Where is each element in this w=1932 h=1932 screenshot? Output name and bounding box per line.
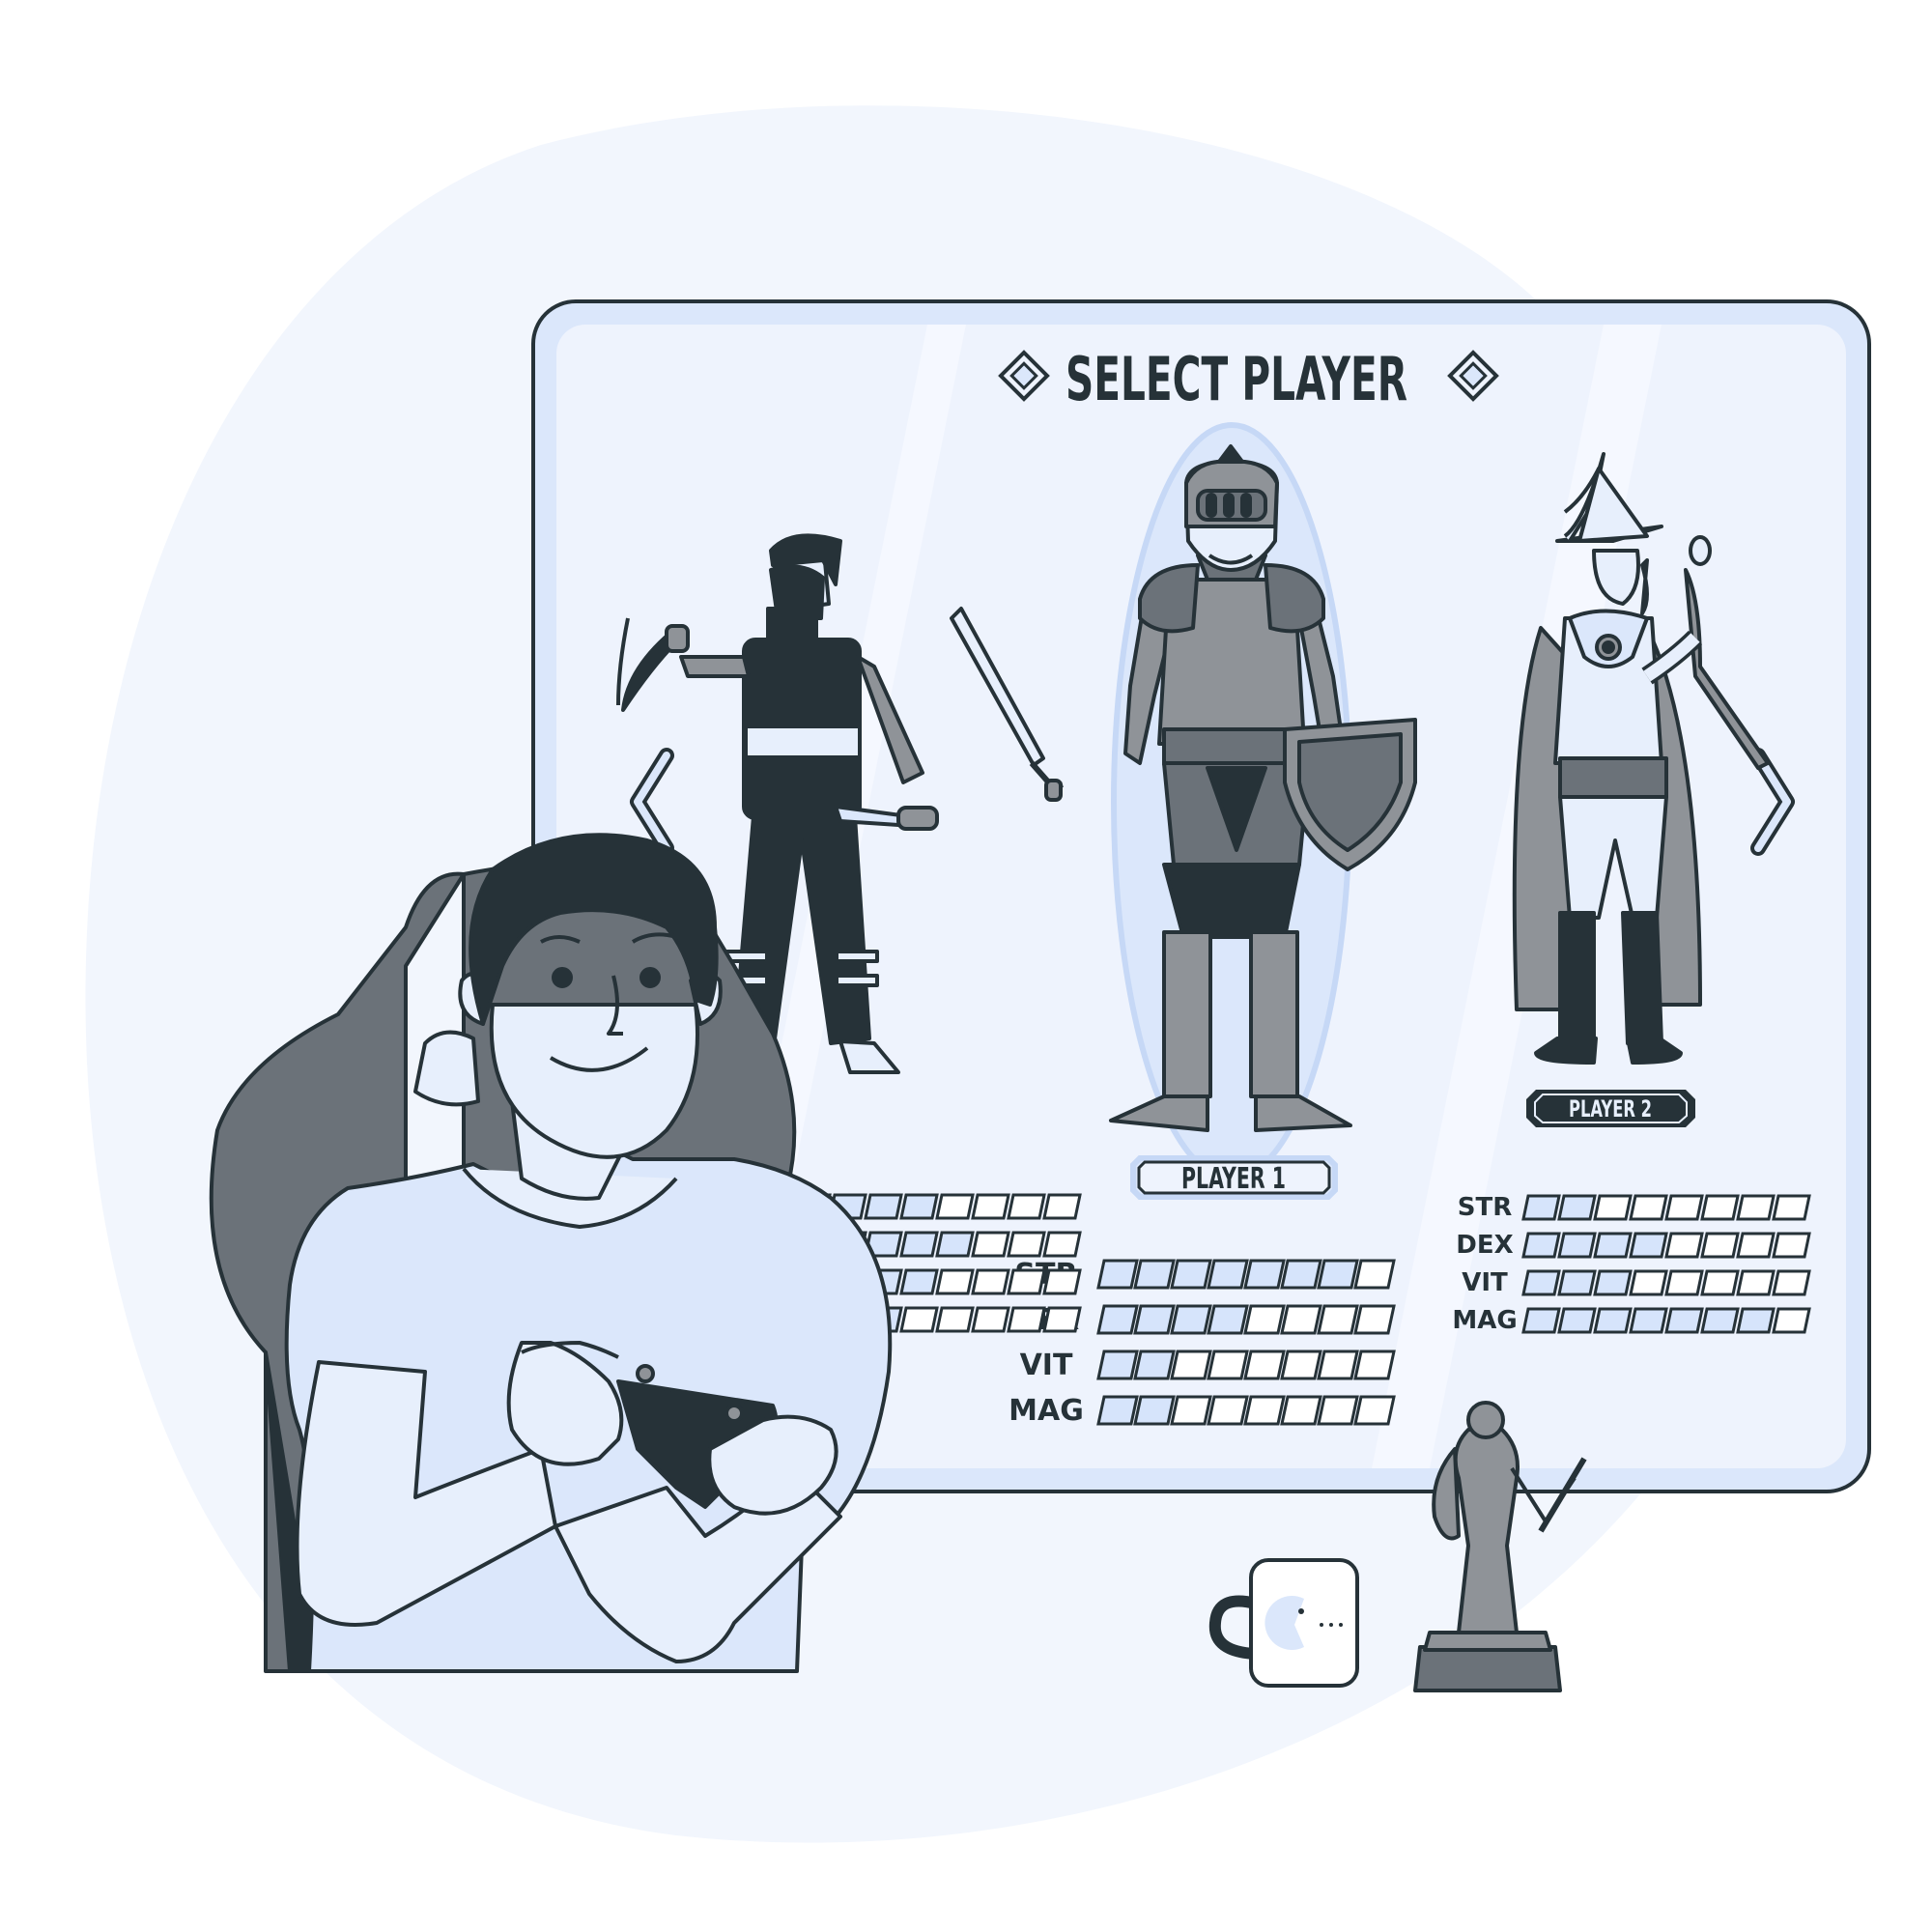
- stat-slot: [1170, 1350, 1212, 1380]
- stat-slot: [1629, 1232, 1668, 1259]
- stat-slot: [1629, 1194, 1668, 1221]
- stat-slot: [1317, 1350, 1359, 1380]
- stat-slot: [1042, 1231, 1082, 1258]
- stat-slot: [1133, 1350, 1176, 1380]
- stat-slot: [1736, 1232, 1776, 1259]
- stat-slot: [935, 1193, 975, 1220]
- stat-slot: [899, 1231, 939, 1258]
- stat-slot: [899, 1193, 939, 1220]
- stat-slot: [1243, 1395, 1286, 1426]
- stat-slot: [1557, 1194, 1597, 1221]
- stat-slot: [1736, 1269, 1776, 1296]
- stat-slot: [1207, 1259, 1249, 1290]
- stat-slot: [935, 1306, 975, 1333]
- stat-slot: [1593, 1194, 1633, 1221]
- stat-label-mag: MAG: [1009, 1394, 1084, 1428]
- stat-slot: [1317, 1259, 1359, 1290]
- stat-slot: [1317, 1304, 1359, 1335]
- stat-label-str: STR: [1458, 1193, 1512, 1222]
- stat-slot: [1736, 1194, 1776, 1221]
- stat-slot: [1207, 1304, 1249, 1335]
- stat-slot: [899, 1268, 939, 1295]
- stat-slot: [935, 1231, 975, 1258]
- stat-slot: [1700, 1307, 1740, 1334]
- stat-slot: [1629, 1307, 1668, 1334]
- stat-slot: [1353, 1350, 1396, 1380]
- stat-slot: [1593, 1307, 1633, 1334]
- stat-slot: [1700, 1194, 1740, 1221]
- stat-slot: [1280, 1350, 1322, 1380]
- stat-slot: [1280, 1395, 1322, 1426]
- stat-slot: [1700, 1232, 1740, 1259]
- stat-slot: [1007, 1306, 1046, 1333]
- stat-slot: [1096, 1350, 1139, 1380]
- stat-slot: [1557, 1269, 1597, 1296]
- stat-slot: [1664, 1307, 1704, 1334]
- stat-slot: [1280, 1259, 1322, 1290]
- stat-slot: [1042, 1193, 1082, 1220]
- stat-slot: [1280, 1304, 1322, 1335]
- stat-label-mag: MAG: [1452, 1306, 1517, 1335]
- stat-slot: [1353, 1259, 1396, 1290]
- stat-slot: [1557, 1307, 1597, 1334]
- stat-slot: [899, 1306, 939, 1333]
- stat-slot: [1629, 1269, 1668, 1296]
- stat-slot: [864, 1193, 903, 1220]
- stat-slot: [1243, 1350, 1286, 1380]
- stat-slot: [1521, 1194, 1561, 1221]
- stat-slot: [1007, 1268, 1046, 1295]
- stat-slot: [1664, 1232, 1704, 1259]
- stat-slot: [1243, 1304, 1286, 1335]
- player2-label: PLAYER 2: [1569, 1095, 1652, 1122]
- stat-slot: [1772, 1307, 1811, 1334]
- screen-title: SELECT PLAYER: [1065, 344, 1407, 414]
- stat-slot: [1772, 1232, 1811, 1259]
- stat-slot: [1007, 1193, 1046, 1220]
- stat-slot: [1170, 1395, 1212, 1426]
- stat-slot: [1772, 1194, 1811, 1221]
- stat-slot: [1736, 1307, 1776, 1334]
- stat-slot: [1007, 1231, 1046, 1258]
- stat-slot: [1557, 1232, 1597, 1259]
- stat-slot: [1170, 1304, 1212, 1335]
- stat-label-vit: VIT: [1020, 1349, 1073, 1382]
- stat-slot: [1207, 1350, 1249, 1380]
- stat-slot: [1353, 1395, 1396, 1426]
- stat-slot: [971, 1231, 1010, 1258]
- stat-slot: [971, 1193, 1010, 1220]
- stat-slot: [1096, 1395, 1139, 1426]
- player2-badge: PLAYER 2: [1526, 1090, 1695, 1127]
- stat-slot: [1664, 1194, 1704, 1221]
- stat-slot: [971, 1306, 1010, 1333]
- stat-slot: [1133, 1304, 1176, 1335]
- stat-slot: [1593, 1269, 1633, 1296]
- stat-label-dex: DEX: [1456, 1231, 1513, 1260]
- stat-slot: [1096, 1259, 1139, 1290]
- stat-slot: [1353, 1304, 1396, 1335]
- stat-slot: [1772, 1269, 1811, 1296]
- stat-slot: [1521, 1232, 1561, 1259]
- illustration-scene: SELECT PLAYER PLAYER 1 PLAYER 2 STRVITMA…: [85, 105, 1871, 1843]
- stat-slot: [1664, 1269, 1704, 1296]
- stat-slot: [1521, 1307, 1561, 1334]
- stat-slot: [971, 1268, 1010, 1295]
- stat-slot: [1593, 1232, 1633, 1259]
- stat-slot: [1042, 1306, 1082, 1333]
- stat-slot: [1042, 1268, 1082, 1295]
- stat-slot: [1133, 1395, 1176, 1426]
- stat-label-vit: VIT: [1462, 1268, 1508, 1297]
- stat-slot: [1096, 1304, 1139, 1335]
- stat-slot: [1133, 1259, 1176, 1290]
- gamepad-button: [636, 1364, 655, 1383]
- stat-slot: [1700, 1269, 1740, 1296]
- stat-slot: [1521, 1269, 1561, 1296]
- stat-slot: [1170, 1259, 1212, 1290]
- player1-label: PLAYER 1: [1181, 1162, 1286, 1196]
- stat-slot: [1243, 1259, 1286, 1290]
- stat-slot: [935, 1268, 975, 1295]
- stat-slot: [1317, 1395, 1359, 1426]
- stat-slot: [1207, 1395, 1249, 1426]
- player1-badge: PLAYER 1: [1130, 1155, 1338, 1200]
